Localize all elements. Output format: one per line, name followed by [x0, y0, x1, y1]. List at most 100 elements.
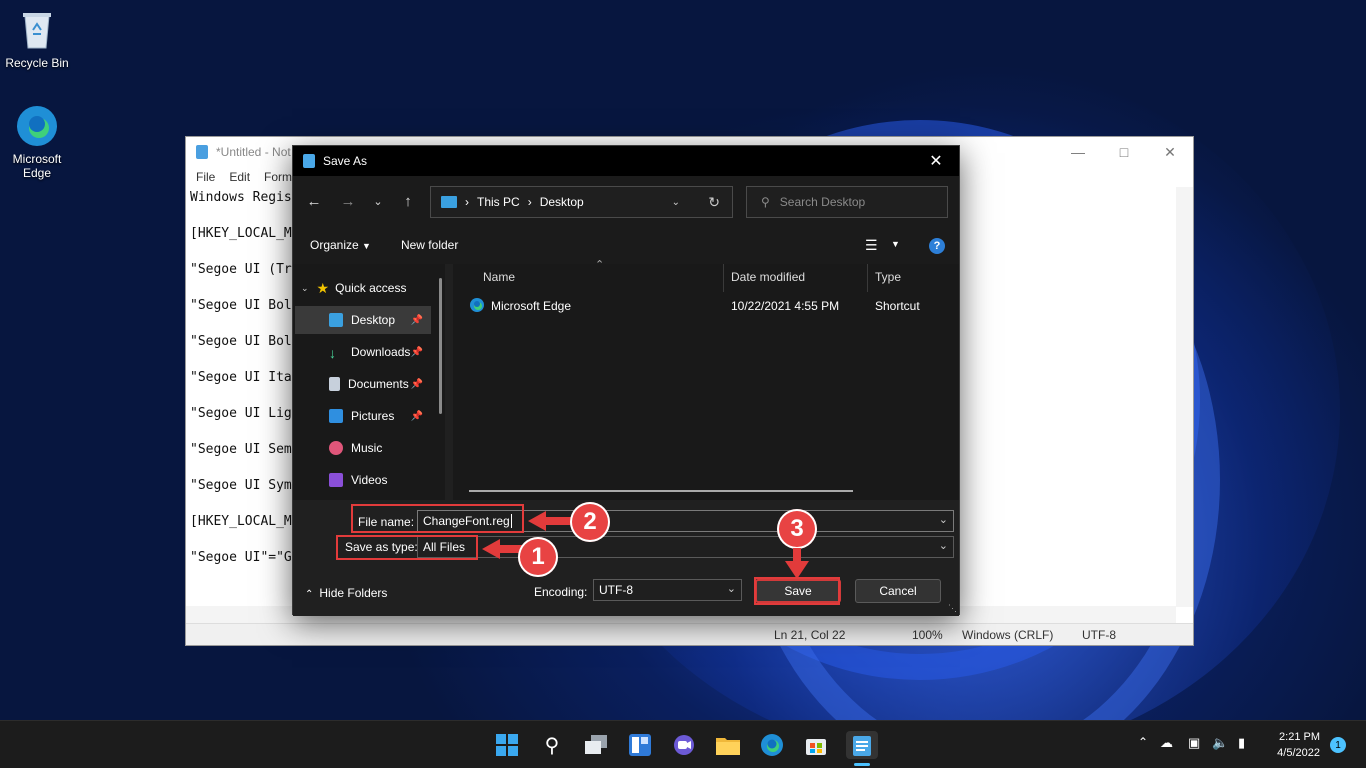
recycle-bin-shortcut[interactable]: Recycle Bin [0, 8, 74, 70]
navigation-bar: ← → ⌄ ↑ › This PC › Desktop ⌄ ↻ ⚲ Search… [293, 176, 959, 226]
menu-file[interactable]: File [196, 170, 215, 184]
forward-arrow-icon[interactable]: → [335, 188, 361, 214]
column-divider[interactable] [867, 264, 868, 292]
chat-icon[interactable] [670, 731, 698, 759]
annotation-box-file-name [351, 504, 524, 533]
sidebar-item-label: Videos [351, 473, 388, 487]
network-off-icon[interactable]: ☁ [1160, 735, 1173, 751]
new-folder-button[interactable]: New folder [401, 238, 458, 252]
task-view-icon[interactable] [582, 731, 610, 759]
file-row[interactable]: Microsoft Edge 10/22/2021 4:55 PM Shortc… [453, 294, 951, 318]
clock[interactable]: 2:21 PM 4/5/2022 [1277, 729, 1320, 761]
view-options-icon[interactable]: ☰ [865, 237, 878, 254]
taskbar: ⚲ ⌃ ☁ ▣ 🔈 ▮ 2:21 PM 4/5/2022 1 [0, 720, 1366, 768]
sidebar-item-label: Music [351, 441, 383, 455]
chevron-down-icon[interactable]: ⌄ [939, 513, 948, 526]
encoding-value: UTF-8 [599, 583, 633, 597]
close-icon[interactable]: ✕ [913, 146, 959, 176]
widgets-icon[interactable] [626, 731, 654, 759]
refresh-icon[interactable]: ↻ [708, 194, 720, 211]
pin-icon: 📌 [410, 378, 423, 390]
sidebar-item-desktop[interactable]: Desktop 📌 [295, 306, 431, 334]
sidebar-item-label: Desktop [351, 313, 396, 327]
step-badge-2: 2 [570, 502, 610, 542]
vertical-scrollbar[interactable] [1176, 187, 1193, 607]
text-line: "Segoe UI Bol [190, 298, 292, 313]
maximize-icon[interactable]: □ [1101, 137, 1147, 167]
up-arrow-icon[interactable]: ↑ [395, 188, 421, 214]
sidebar-item-music[interactable]: Music [295, 434, 431, 462]
volume-icon[interactable]: 🔈 [1212, 735, 1228, 751]
cancel-button[interactable]: Cancel [855, 579, 941, 603]
sort-chevron-icon: ⌃ [595, 259, 605, 271]
chevron-right-icon: › [465, 195, 469, 209]
file-explorer-icon[interactable] [714, 731, 742, 759]
close-icon[interactable]: ✕ [1147, 137, 1193, 167]
edge-icon[interactable] [758, 731, 786, 759]
store-icon[interactable] [802, 731, 830, 759]
music-icon [329, 441, 343, 455]
address-segment-desktop[interactable]: Desktop [540, 195, 584, 209]
edge-shortcut[interactable]: Microsoft Edge [0, 104, 74, 180]
pictures-icon [329, 409, 343, 423]
sidebar-item-label: Downloads [351, 345, 411, 359]
sidebar-item-videos[interactable]: Videos [295, 466, 431, 494]
file-name: Microsoft Edge [491, 299, 572, 313]
encoding-select[interactable]: UTF-8 ⌄ [593, 579, 742, 601]
dialog-titlebar[interactable]: Save As [293, 146, 959, 176]
text-line: "Segoe UI Sym [190, 478, 292, 493]
chevron-up-icon[interactable]: ⌃ [1138, 735, 1148, 749]
text-line: [HKEY_LOCAL_M [190, 226, 292, 241]
windows-logo-icon [496, 734, 518, 756]
notepad-taskbar-icon[interactable] [846, 731, 878, 759]
start-button[interactable] [493, 731, 521, 759]
sidebar-item-documents[interactable]: Documents 📌 [295, 370, 431, 398]
status-bar: Ln 21, Col 22 100% Windows (CRLF) UTF-8 [186, 623, 1193, 645]
navigation-scrollbar[interactable] [439, 278, 442, 414]
chevron-down-icon[interactable]: ⌄ [727, 582, 736, 595]
help-icon[interactable]: ? [929, 238, 945, 254]
edge-label: Microsoft Edge [12, 152, 62, 180]
file-type: Shortcut [875, 299, 920, 313]
menu-edit[interactable]: Edit [229, 170, 250, 184]
annotation-box-save-type [336, 535, 478, 560]
notepad-text-area[interactable]: Windows Regis [HKEY_LOCAL_M "Segoe UI (T… [190, 189, 292, 585]
sidebar-item-downloads[interactable]: ↓ Downloads 📌 [295, 338, 431, 366]
chevron-down-icon[interactable]: ⌄ [939, 539, 948, 552]
column-header-name[interactable]: Name [483, 266, 515, 288]
search-input[interactable]: ⚲ Search Desktop [746, 186, 948, 218]
column-header-type[interactable]: Type [875, 266, 901, 288]
organize-button[interactable]: Organize ▼ [310, 238, 371, 252]
quick-access-item[interactable]: ⌄ ★ Quick access [301, 274, 437, 302]
status-line-endings: Windows (CRLF) [962, 628, 1054, 642]
search-icon: ⚲ [761, 195, 770, 209]
caret-down-icon: ▼ [362, 241, 371, 251]
horizontal-scrollbar[interactable] [469, 490, 853, 492]
hide-folders-button[interactable]: ⌃ Hide Folders [305, 586, 387, 600]
display-icon[interactable]: ▣ [1188, 735, 1200, 751]
battery-icon[interactable]: ▮ [1238, 735, 1245, 751]
chevron-down-icon: ⌄ [301, 282, 309, 293]
address-segment-this-pc[interactable]: This PC [477, 195, 520, 209]
chevron-down-icon[interactable]: ⌄ [365, 188, 391, 214]
notepad-icon [303, 154, 315, 168]
notification-badge[interactable]: 1 [1330, 737, 1346, 753]
notepad-icon [196, 145, 208, 159]
chevron-right-icon: › [527, 195, 532, 209]
back-arrow-icon[interactable]: ← [301, 188, 327, 214]
minimize-icon[interactable]: — [1055, 137, 1101, 167]
pin-icon: 📌 [410, 410, 423, 422]
desktop-folder-icon [329, 313, 343, 327]
column-header-date[interactable]: Date modified [731, 266, 805, 288]
chevron-down-icon[interactable]: ⌄ [672, 197, 680, 208]
address-bar[interactable]: › This PC › Desktop ⌄ ↻ [430, 186, 733, 218]
search-icon[interactable]: ⚲ [538, 731, 566, 759]
hide-folders-label: Hide Folders [319, 586, 388, 600]
caret-down-icon[interactable]: ▼ [891, 239, 900, 249]
sidebar-item-pictures[interactable]: Pictures 📌 [295, 402, 431, 430]
column-divider[interactable] [723, 264, 724, 292]
recycle-bin-label: Recycle Bin [5, 56, 69, 70]
star-icon: ★ [316, 279, 330, 296]
resize-grip-icon[interactable]: ⋱ [948, 603, 957, 614]
text-line: "Segoe UI (Tr [190, 262, 292, 277]
